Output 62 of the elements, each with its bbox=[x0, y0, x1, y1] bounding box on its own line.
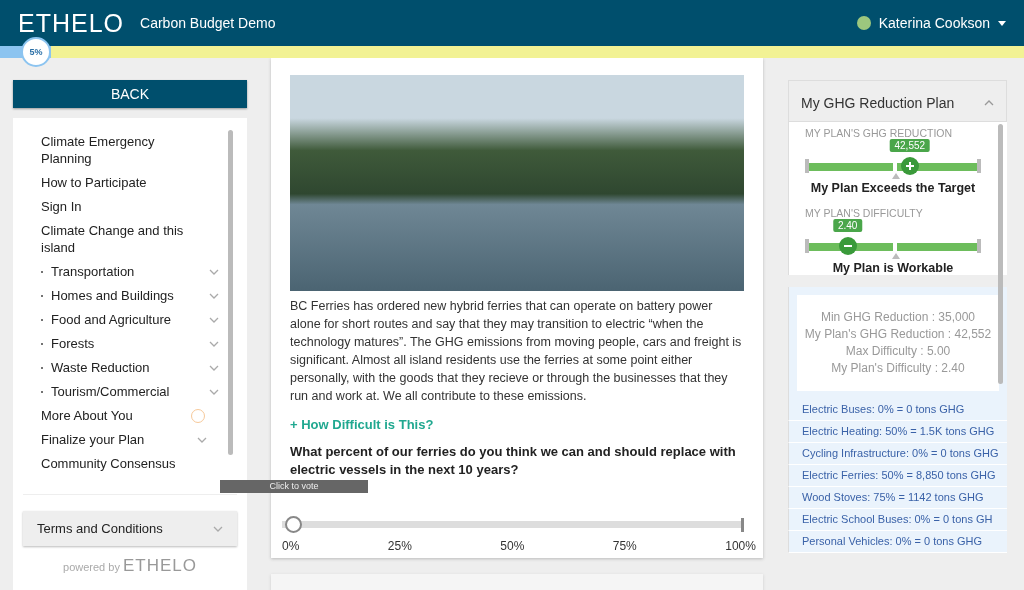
meter-label: MY PLAN'S DIFFICULTY bbox=[805, 207, 924, 219]
chevron-down-icon[interactable] bbox=[213, 525, 223, 532]
meter-status: My Plan is Workable bbox=[831, 261, 955, 275]
logo: ETHELO bbox=[18, 8, 125, 38]
tick-label: 50% bbox=[500, 539, 525, 553]
plan-item[interactable]: Cycling Infrastructure: 0% = 0 tons GHG bbox=[788, 443, 1007, 465]
description-text: BC Ferries has ordered new hybrid ferries that can operate on battery power alone for short routes and say that they may transition to electric “when the technology matures”. The GHG emissions from moving people, cars and freight is significant. Almost all island residents use the ferries at some point either personally, with the goods that they recieve or through the businesses that they run and work at. We all contribute to these emissions. bbox=[290, 298, 743, 405]
nav-item[interactable]: Finalize your Plan bbox=[41, 431, 191, 448]
app-title: Carbon Budget Demo bbox=[140, 15, 277, 31]
question-text: What percent of our ferries do you think we can and should replace with electric vessels in the next 10 years? bbox=[290, 443, 737, 479]
nav-item[interactable]: Food and Agriculture bbox=[51, 311, 203, 328]
target-marker-icon bbox=[892, 173, 900, 179]
chevron-down-icon[interactable] bbox=[209, 340, 219, 347]
nav-item[interactable]: Tourism/Commercial bbox=[51, 383, 203, 400]
slider-thumb[interactable] bbox=[285, 516, 302, 533]
nav-item[interactable]: Forests bbox=[51, 335, 203, 352]
powered-by-text: powered by ETHELO bbox=[62, 556, 198, 576]
nav-item[interactable]: Community Consensus bbox=[41, 455, 191, 472]
caret-down-icon[interactable] bbox=[998, 20, 1006, 26]
chevron-down-icon[interactable] bbox=[209, 268, 219, 275]
plan-item[interactable]: Electric Ferries: 50% = 8,850 tons GHG bbox=[788, 465, 1007, 487]
plan-item[interactable]: Personal Vehicles: 0% = 0 tons GHG bbox=[788, 531, 1007, 553]
progress-badge: 5% bbox=[21, 37, 51, 67]
chevron-down-icon[interactable] bbox=[209, 316, 219, 323]
chevron-down-icon[interactable] bbox=[209, 292, 219, 299]
nav-item[interactable]: More About You bbox=[41, 407, 191, 424]
tick-label: 100% bbox=[725, 539, 756, 553]
scrollbar[interactable] bbox=[998, 124, 1003, 384]
target-marker-icon bbox=[892, 253, 900, 259]
plan-item[interactable]: Electric School Buses: 0% = 0 tons GH bbox=[788, 509, 1007, 531]
stat-line: Max Difficulty : 5.00 bbox=[844, 343, 952, 360]
meter-status: My Plan Exceeds the Target bbox=[809, 181, 977, 195]
plan-item[interactable]: Electric Buses: 0% = 0 tons GHG bbox=[788, 399, 1007, 421]
meter-value: 42,552 bbox=[889, 139, 931, 152]
meter-value: 2.40 bbox=[832, 219, 863, 232]
stat-line: Min GHG Reduction : 35,000 bbox=[819, 309, 977, 326]
chevron-up-icon[interactable] bbox=[984, 100, 994, 106]
nav-item[interactable]: Homes and Buildings bbox=[51, 287, 203, 304]
nav-item[interactable]: Climate Change and this island bbox=[41, 222, 191, 256]
meter-label: MY PLAN'S GHG REDUCTION bbox=[805, 127, 954, 139]
tooltip: Click to vote bbox=[220, 480, 368, 493]
tick-label: 25% bbox=[387, 539, 412, 553]
chevron-down-icon[interactable] bbox=[209, 388, 219, 395]
stat-line: My Plan's GHG Reduction : 42,552 bbox=[803, 326, 993, 343]
stat-line: My Plan's Difficulty : 2.40 bbox=[830, 360, 966, 377]
plan-item[interactable]: Electric Heating: 50% = 1.5K tons GHG bbox=[788, 421, 1007, 443]
nav-item[interactable]: Climate Emergency Planning bbox=[41, 133, 191, 167]
nav-item[interactable]: How to Participate bbox=[41, 174, 191, 191]
plan-header[interactable]: My GHG Reduction Plan bbox=[788, 80, 1007, 122]
chevron-down-icon[interactable] bbox=[197, 436, 207, 443]
avatar-icon[interactable] bbox=[856, 16, 871, 30]
plan-item[interactable]: Wood Stoves: 75% = 1142 tons GHG bbox=[788, 487, 1007, 509]
scrollbar[interactable] bbox=[228, 130, 233, 455]
terms-dropdown[interactable]: Terms and Conditions bbox=[23, 511, 237, 546]
nav-item[interactable]: Sign In bbox=[41, 198, 191, 215]
nav-item[interactable]: Transportation bbox=[51, 263, 203, 280]
back-button[interactable]: BACK bbox=[13, 80, 247, 108]
tick-label: 0% bbox=[282, 539, 300, 553]
tick-label: 75% bbox=[612, 539, 637, 553]
nav-item[interactable]: Waste Reduction bbox=[51, 359, 203, 376]
user-name[interactable]: Katerina Cookson bbox=[878, 15, 990, 31]
chevron-down-icon[interactable] bbox=[209, 364, 219, 371]
